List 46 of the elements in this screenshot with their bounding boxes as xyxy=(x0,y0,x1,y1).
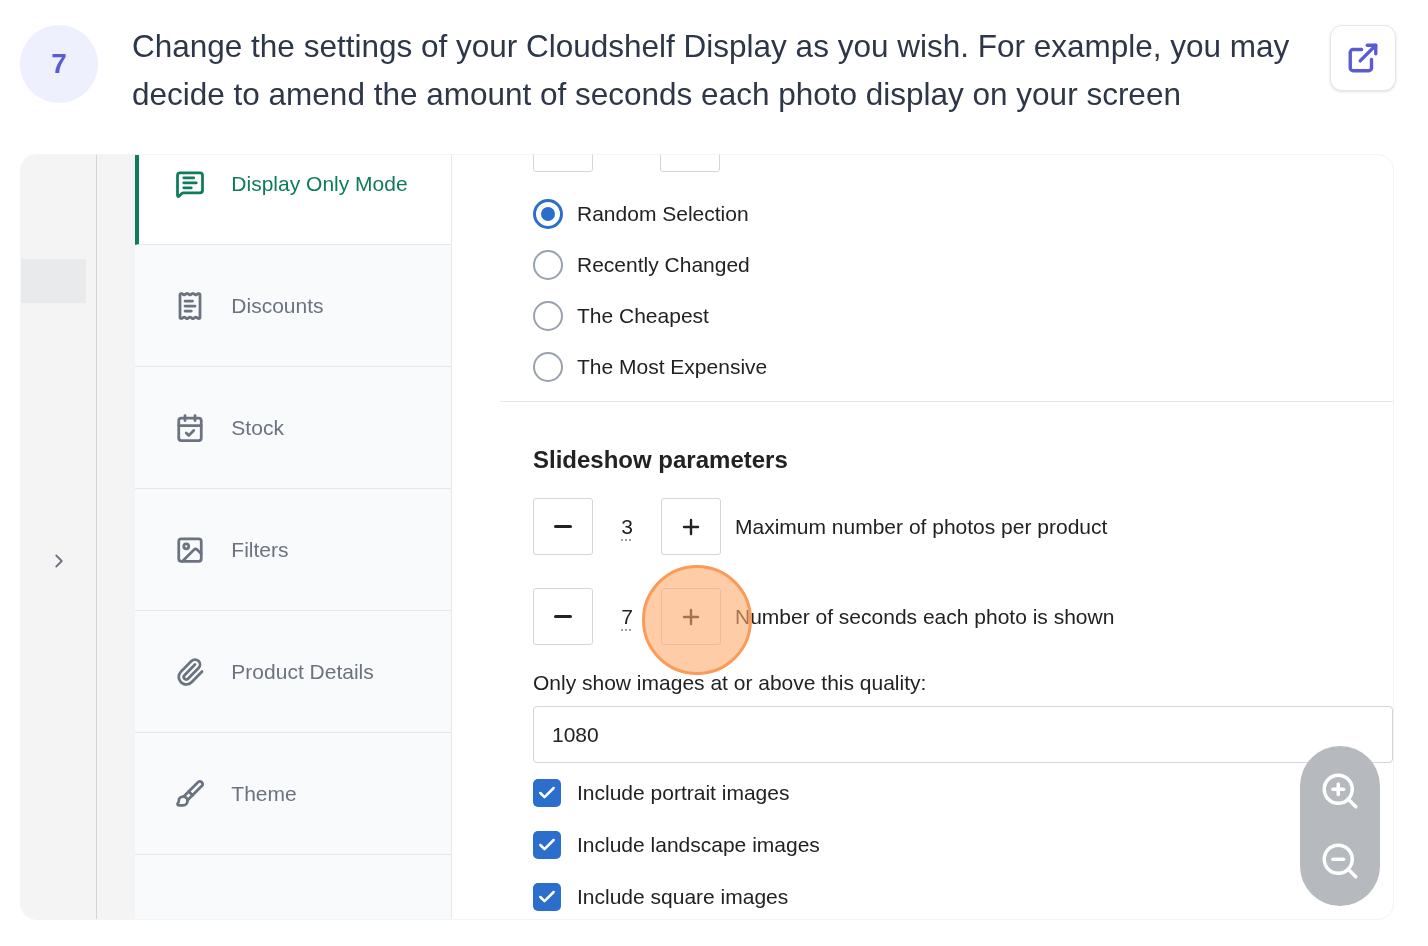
sidebar-label: Stock xyxy=(231,414,284,441)
checkbox-label: Include landscape images xyxy=(577,832,820,859)
minus-button[interactable] xyxy=(533,498,593,555)
minus-icon xyxy=(554,615,572,618)
checkbox-label: Include portrait images xyxy=(577,780,790,807)
quality-label: Only show images at or above this quality: xyxy=(533,670,928,696)
section-title: Slideshow parameters xyxy=(533,445,789,475)
radio-label: Random Selection xyxy=(577,201,749,228)
sidebar-item[interactable]: Product Details xyxy=(135,611,451,733)
calendar-check-icon xyxy=(175,412,206,443)
minus-icon xyxy=(554,525,572,528)
step-instructions: Change the settings of your Cloudshelf Display as you wish. For example, you may decide to amend the amount of seconds each photo display on your screen xyxy=(132,27,1291,114)
radio-label: Recently Changed xyxy=(577,252,750,279)
radio-label: The Most Expensive xyxy=(577,354,768,381)
radio-button[interactable] xyxy=(533,301,563,331)
checkbox[interactable] xyxy=(533,831,561,859)
sidebar-label: Product Details xyxy=(231,658,374,685)
chat-icon xyxy=(175,168,206,199)
checkbox-label: Include square images xyxy=(577,884,789,911)
plus-button[interactable] xyxy=(661,498,721,555)
step-number: 7 xyxy=(20,25,98,103)
sidebar-label: Display Only Mode xyxy=(231,170,408,197)
stepper-value: 3 xyxy=(620,513,634,540)
quality-input[interactable]: 1080 xyxy=(533,706,1393,763)
external-link-icon xyxy=(1346,41,1380,75)
sidebar-item[interactable]: Theme xyxy=(135,733,451,855)
sidebar-label: Filters xyxy=(231,536,289,563)
open-link-button[interactable] xyxy=(1330,25,1396,91)
sidebar-item[interactable]: Discounts xyxy=(135,245,451,367)
stepper-label: Maximum number of photos per product xyxy=(735,513,1108,540)
radio-button[interactable] xyxy=(533,199,563,229)
stepper-value: 7 xyxy=(620,603,634,630)
sidebar-item[interactable]: Stock xyxy=(135,367,451,489)
sidebar-label: Discounts xyxy=(231,292,324,319)
radio-label: The Cheapest xyxy=(577,303,709,330)
sidebar-label: Theme xyxy=(231,780,297,807)
radio-button[interactable] xyxy=(533,250,563,280)
checkbox[interactable] xyxy=(533,779,561,807)
radio-button[interactable] xyxy=(533,352,563,382)
sidebar-item[interactable]: Display Only Mode xyxy=(135,155,451,245)
checkbox[interactable] xyxy=(533,883,561,911)
paperclip-icon xyxy=(175,656,206,687)
image-icon xyxy=(175,534,206,565)
brush-icon xyxy=(175,778,206,809)
minus-button[interactable] xyxy=(533,588,593,645)
sidebar-item[interactable]: Filters xyxy=(135,489,451,611)
